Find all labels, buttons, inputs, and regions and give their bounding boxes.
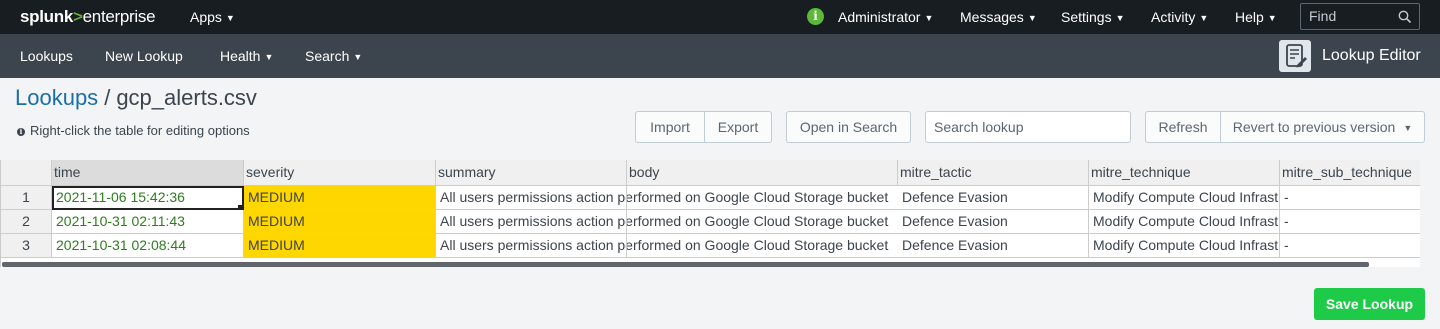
app-navigation-bar: Lookups New Lookup Health ▼ Search ▼ Looku… <box>0 34 1440 78</box>
caret-down-icon: ▼ <box>264 52 274 62</box>
column-header[interactable]: mitre_technique <box>1089 160 1280 186</box>
table-row: 3 2021-10-31 02:08:44 MEDIUM All users p… <box>1 234 1420 258</box>
open-in-search-button[interactable]: Open in Search <box>786 111 911 143</box>
editing-hint: i Right-click the table for editing optio… <box>17 123 250 138</box>
import-button[interactable]: Import <box>635 111 705 143</box>
find-search-box[interactable] <box>1300 3 1420 30</box>
user-menu-label: Administrator <box>838 9 921 25</box>
summary-cell[interactable]: All users permissions action performed o… <box>436 186 898 210</box>
top-navigation-bar: splunk>enterprise Apps ▼ i Administrator ▼… <box>0 0 1440 34</box>
mitre-tactic-cell[interactable]: Defence Evasion <box>898 210 1089 234</box>
info-icon: i <box>17 128 25 136</box>
revert-version-label: Revert to previous version <box>1232 119 1396 135</box>
time-cell[interactable]: 2021-10-31 02:11:43 <box>52 210 244 234</box>
editing-hint-text: Right-click the table for editing option… <box>30 123 250 138</box>
table-header-row: time severity summary body mitre_tactic … <box>1 160 1420 186</box>
export-button[interactable]: Export <box>705 111 772 143</box>
nav-item-new-lookup[interactable]: New Lookup <box>105 48 183 64</box>
mitre-tactic-cell[interactable]: Defence Evasion <box>898 234 1089 258</box>
column-header[interactable]: mitre_sub_technique <box>1280 160 1420 186</box>
activity-menu-label: Activity <box>1151 9 1196 25</box>
time-cell[interactable]: 2021-10-31 02:08:44 <box>52 234 244 258</box>
mitre-technique-cell[interactable]: Modify Compute Cloud Infrastructure <box>1089 210 1280 234</box>
help-menu[interactable]: Help ▼ <box>1235 9 1277 25</box>
refresh-button[interactable]: Refresh <box>1145 111 1221 143</box>
caret-down-icon: ▼ <box>1199 13 1209 23</box>
time-cell[interactable]: 2021-11-06 15:42:36 <box>52 186 244 210</box>
mitre-tactic-cell[interactable]: Defence Evasion <box>898 186 1089 210</box>
column-header[interactable]: summary <box>436 160 627 186</box>
user-menu[interactable]: Administrator ▼ <box>838 9 933 25</box>
search-lookup-input[interactable] <box>926 112 1121 135</box>
logo-text-arrow: > <box>73 7 83 26</box>
mitre-sub-technique-cell[interactable]: - <box>1280 186 1420 210</box>
save-lookup-button[interactable]: Save Lookup <box>1314 288 1425 320</box>
row-number[interactable]: 1 <box>1 186 52 210</box>
table-row: 2 2021-10-31 02:11:43 MEDIUM All users p… <box>1 210 1420 234</box>
nav-item-health-label: Health <box>220 48 261 64</box>
settings-menu-label: Settings <box>1061 9 1112 25</box>
messages-menu-label: Messages <box>960 9 1024 25</box>
splunk-logo[interactable]: splunk>enterprise <box>20 7 156 27</box>
mitre-sub-technique-cell[interactable]: - <box>1280 234 1420 258</box>
caret-down-icon: ▼ <box>1115 13 1125 23</box>
revert-version-dropdown[interactable]: Revert to previous version ▼ <box>1221 111 1425 143</box>
lookup-table[interactable]: time severity summary body mitre_tactic … <box>0 160 1420 267</box>
caret-down-icon: ▼ <box>353 52 363 62</box>
breadcrumb-separator: / <box>104 85 111 110</box>
app-title: Lookup Editor <box>1322 47 1421 64</box>
nav-item-health[interactable]: Health ▼ <box>220 48 273 64</box>
mitre-technique-cell[interactable]: Modify Compute Cloud Infrastructure <box>1089 186 1280 210</box>
caret-down-icon: ▼ <box>1403 123 1413 133</box>
table-row: 1 2021-11-06 15:42:36 MEDIUM All users p… <box>1 186 1420 210</box>
severity-cell[interactable]: MEDIUM <box>244 210 436 234</box>
logo-text-splunk: splunk <box>20 7 73 26</box>
nav-item-search[interactable]: Search ▼ <box>305 48 362 64</box>
table-corner-cell[interactable] <box>1 160 52 186</box>
messages-menu[interactable]: Messages ▼ <box>960 9 1037 25</box>
activity-menu[interactable]: Activity ▼ <box>1151 9 1208 25</box>
nav-item-lookups[interactable]: Lookups <box>20 48 73 64</box>
column-divider <box>626 186 627 258</box>
summary-cell[interactable]: All users permissions action performed o… <box>436 210 898 234</box>
settings-menu[interactable]: Settings ▼ <box>1061 9 1125 25</box>
mitre-sub-technique-cell[interactable]: - <box>1280 210 1420 234</box>
caret-down-icon: ▼ <box>1267 13 1277 23</box>
mitre-technique-cell[interactable]: Modify Compute Cloud Infrastructure <box>1089 234 1280 258</box>
severity-cell[interactable]: MEDIUM <box>244 234 436 258</box>
nav-item-search-label: Search <box>305 48 350 64</box>
severity-cell[interactable]: MEDIUM <box>244 186 436 210</box>
row-number[interactable]: 2 <box>1 210 52 234</box>
apps-menu-label: Apps <box>190 9 222 25</box>
search-lookup-field[interactable] <box>925 111 1131 143</box>
caret-down-icon: ▼ <box>1027 13 1037 23</box>
column-header[interactable]: mitre_tactic <box>898 160 1089 186</box>
help-menu-label: Help <box>1235 9 1264 25</box>
column-header[interactable]: severity <box>244 160 436 186</box>
breadcrumb: Lookups / gcp_alerts.csv <box>15 85 257 111</box>
info-status-icon[interactable]: i <box>807 8 824 25</box>
apps-menu[interactable]: Apps ▼ <box>190 9 235 25</box>
column-header[interactable]: time <box>52 160 244 186</box>
column-header[interactable]: body <box>627 160 898 186</box>
caret-down-icon: ▼ <box>225 13 235 23</box>
summary-cell[interactable]: All users permissions action performed o… <box>436 234 898 258</box>
logo-text-enterprise: enterprise <box>82 7 156 26</box>
lookup-file-name: gcp_alerts.csv <box>116 85 257 110</box>
selection-fill-handle[interactable] <box>238 205 243 210</box>
lookup-editor-icon <box>1279 40 1311 72</box>
search-icon[interactable] <box>1398 10 1412 24</box>
caret-down-icon: ▼ <box>924 13 934 23</box>
breadcrumb-lookups-link[interactable]: Lookups <box>15 85 98 110</box>
horizontal-scrollbar[interactable] <box>2 262 1369 267</box>
row-number[interactable]: 3 <box>1 234 52 258</box>
find-input[interactable] <box>1301 4 1396 24</box>
